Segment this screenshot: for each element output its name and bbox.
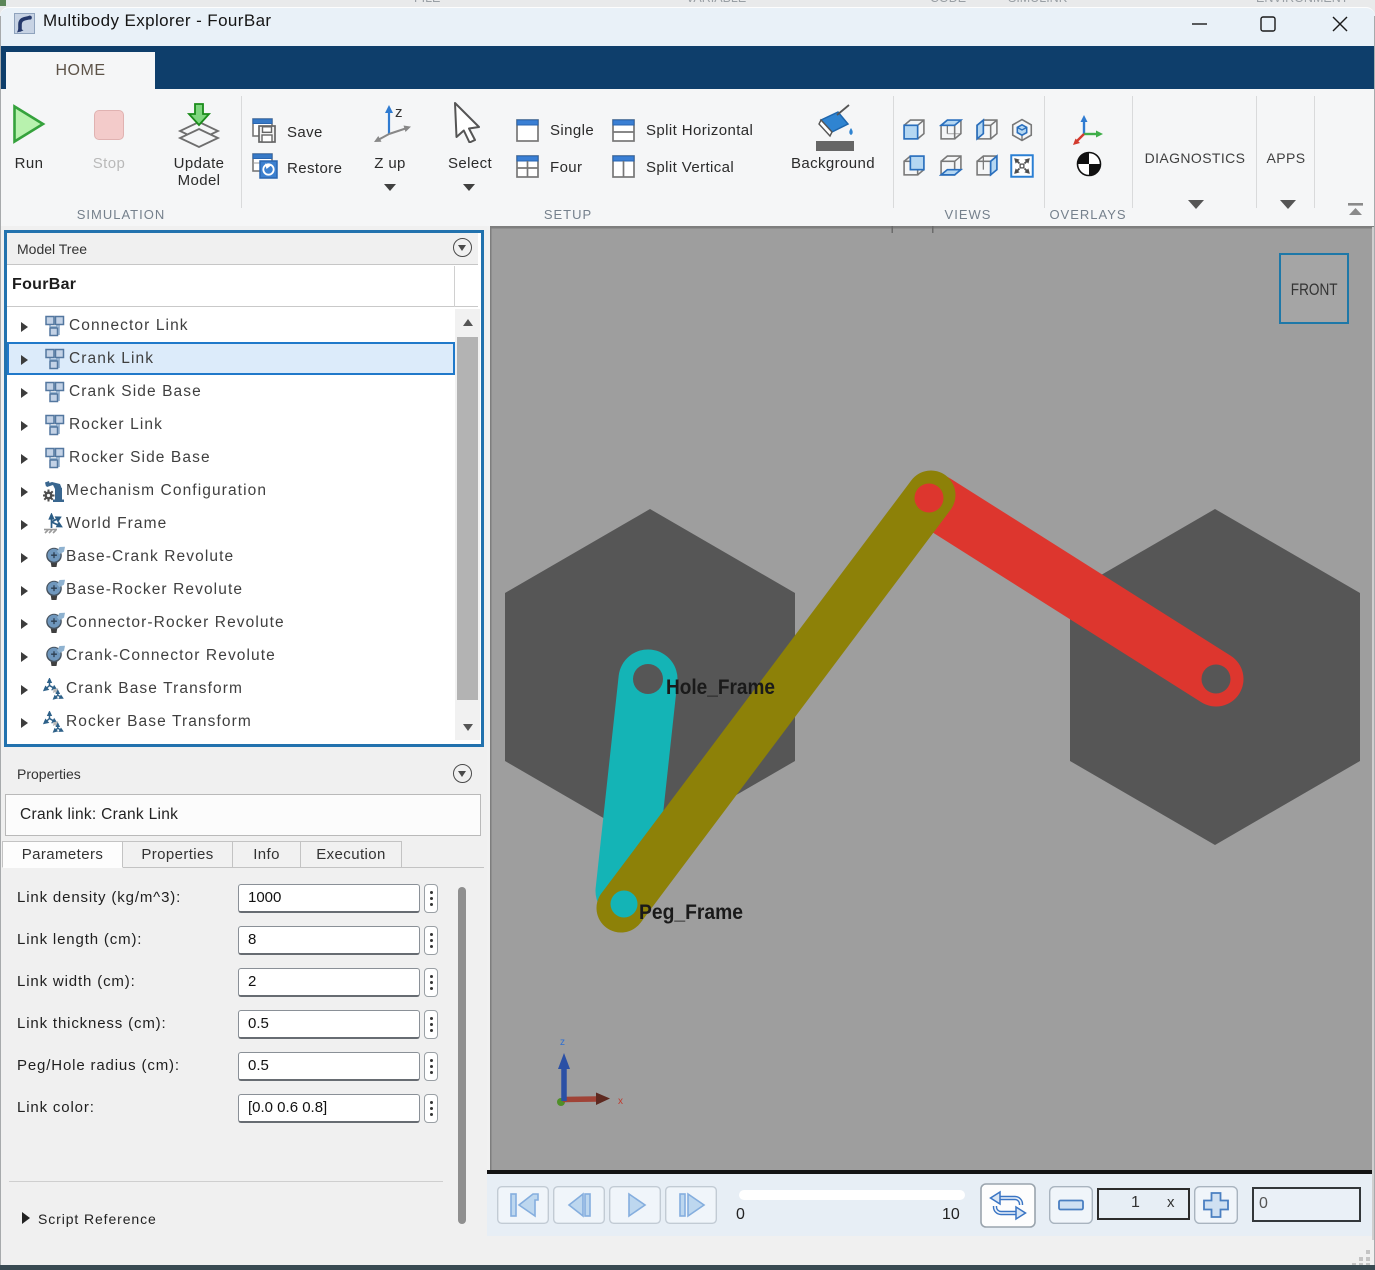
svg-text:z: z	[395, 104, 403, 121]
svg-text:Hole_Frame: Hole_Frame	[666, 676, 775, 699]
svg-text:x: x	[618, 1096, 623, 1107]
svg-text:FRONT: FRONT	[1291, 281, 1338, 300]
svg-text:Peg_Frame: Peg_Frame	[639, 901, 743, 924]
svg-text:z: z	[560, 1037, 565, 1048]
